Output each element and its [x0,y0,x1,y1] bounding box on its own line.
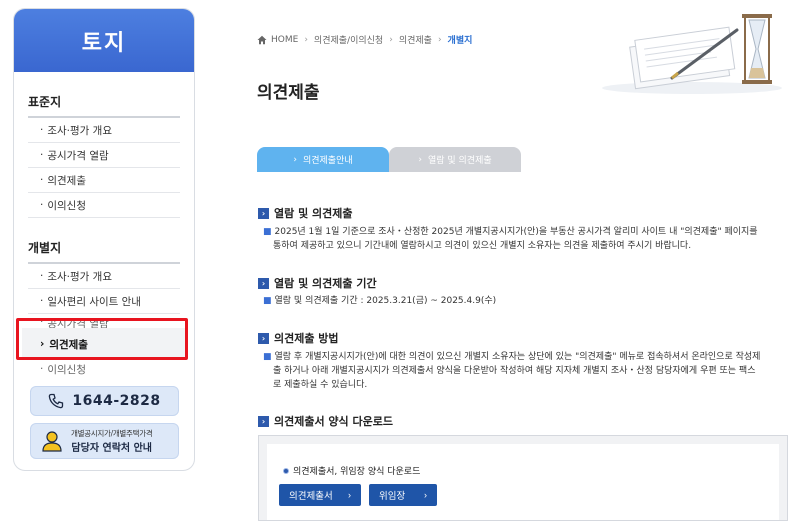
section-text: ■ 열람 후 개별지공시지가(안)에 대한 의견이 있으신 개별지 소유자는 상단… [263,350,783,392]
section-heading: › 열람 및 의견제출 기간 [258,275,377,291]
tab-view-and-submit[interactable]: › 열람 및 의견제출 [389,147,521,172]
sidebar-title: 토지 [14,9,194,72]
sidebar-item-label: 조사·평가 개요 [47,270,112,283]
phone-number: 1644-2828 [72,393,161,409]
bullet-icon: ■ [263,352,272,362]
text-line: 열람 후 개별지공시지가(안)에 대한 의견이 있으신 개별지 소유자는 상단에… [274,352,761,362]
sidebar-section-individual: 개별지 [28,228,180,264]
section-title: 열람 및 의견제출 [274,207,353,220]
proxy-form-download-button[interactable]: 위임장 › [369,484,437,506]
chevron-right-icon: › [437,34,442,45]
section-title: 의견제출 방법 [274,332,339,345]
tab-opinion-guide[interactable]: › 의견제출안내 [257,147,389,172]
chevron-right-icon: › [258,415,269,427]
sidebar-item-standard-opinion[interactable]: · 의견제출 [28,168,180,193]
download-note-text: 의견제출서, 위임장 양식 다운로드 [293,467,421,477]
sidebar-item-standard-objection[interactable]: · 이의신청 [28,193,180,218]
sidebar-item-individual-objection[interactable]: · 이의신청 [28,360,180,378]
contact-line2: 담당자 연락처 안내 [71,443,152,454]
sidebar-item-individual-ilsa[interactable]: · 일사편리 사이트 안내 [28,289,180,314]
sidebar-item-label: 이의신청 [47,199,86,212]
bullet-icon: ■ [263,227,272,237]
documents-hourglass-illustration [602,14,782,94]
button-label: 위임장 [379,491,406,502]
home-icon [257,35,267,44]
sidebar-section-standard: 표준지 [28,82,180,118]
sidebar-item-label: 의견제출 [47,174,86,187]
tab-label: 열람 및 의견제출 [427,156,492,166]
download-box: 의견제출서, 위임장 양식 다운로드 의견제출서 › 위임장 › [258,435,788,521]
breadcrumb-item[interactable]: 의견제출 [399,33,432,46]
section-title: 의견제출서 양식 다운로드 [274,415,393,428]
sidebar-item-standard-price-view[interactable]: · 공시가격 열람 [28,143,180,168]
phone-banner[interactable]: 1644-2828 [30,386,179,416]
sidebar-item-label: 일사편리 사이트 안내 [47,295,141,308]
contact-line1: 개별공시지가/개별주택가격 [71,429,153,438]
tab-bar: › 의견제출안내 › 열람 및 의견제출 [257,147,521,172]
breadcrumb-item[interactable]: 의견제출/이의신청 [314,33,383,46]
tab-label: 의견제출안내 [302,156,353,166]
chevron-right-icon: › [348,490,351,500]
bullet-icon [283,467,289,474]
sidebar-item-standard-overview[interactable]: · 조사·평가 개요 [28,118,180,143]
chevron-right-icon: › [304,34,308,45]
section-text: ■ 2025년 1월 1일 기준으로 조사・산정한 2025년 개별지공시지가(안… [263,225,783,253]
section-heading: › 열람 및 의견제출 [258,205,353,221]
section-heading: › 의견제출 방법 [258,330,339,346]
text-line: 로 제출하실 수 있습니다. [273,380,368,390]
text-line: 통하여 제공하고 있으니 기간내에 열람하시고 의견이 있으신 개별지 소유자는… [273,241,692,251]
section-title: 열람 및 의견제출 기간 [274,277,377,290]
breadcrumb: HOME › 의견제출/이의신청 › 의견제출 › 개별지 [257,33,472,46]
chevron-right-icon: › [258,277,269,289]
text-line: 열람 및 의견제출 기간 : 2025.3.21(금) ~ 2025.4.9(수… [274,296,497,306]
selection-highlight [16,318,188,360]
button-label: 의견제출서 [289,491,333,502]
breadcrumb-home[interactable]: HOME [271,35,298,45]
chevron-right-icon: › [418,154,422,165]
text-line: 2025년 1월 1일 기준으로 조사・산정한 2025년 개별지공시지가(안)… [274,227,758,237]
sidebar-item-label: 조사·평가 개요 [47,124,112,137]
section-text: ■ 열람 및 의견제출 기간 : 2025.3.21(금) ~ 2025.4.9(… [263,294,783,308]
sidebar-item-label: 공시가격 열람 [47,149,109,162]
chevron-right-icon: › [389,34,393,45]
bullet-icon: ■ [263,296,272,306]
person-icon [42,431,62,452]
breadcrumb-current: 개별지 [447,36,473,46]
page-title: 의견제출 [257,83,320,103]
opinion-form-download-button[interactable]: 의견제출서 › [279,484,361,506]
chevron-right-icon: › [258,207,269,219]
contact-banner[interactable]: 개별공시지가/개별주택가격 담당자 연락처 안내 [30,423,179,459]
download-panel: 의견제출서, 위임장 양식 다운로드 의견제출서 › 위임장 › [267,444,779,520]
sidebar-item-individual-overview[interactable]: · 조사·평가 개요 [28,264,180,289]
section-heading: › 의견제출서 양식 다운로드 [258,413,393,429]
download-note: 의견제출서, 위임장 양식 다운로드 [283,464,420,477]
text-line: 출 하거나 아래 개별지공시지가 의견제출서 양식을 다운받아 작성하여 해당 … [273,366,756,376]
chevron-right-icon: › [293,154,297,165]
chevron-right-icon: › [258,332,269,344]
chevron-right-icon: › [424,490,427,500]
sidebar-item-label: 이의신청 [47,363,86,376]
phone-icon [49,393,64,409]
